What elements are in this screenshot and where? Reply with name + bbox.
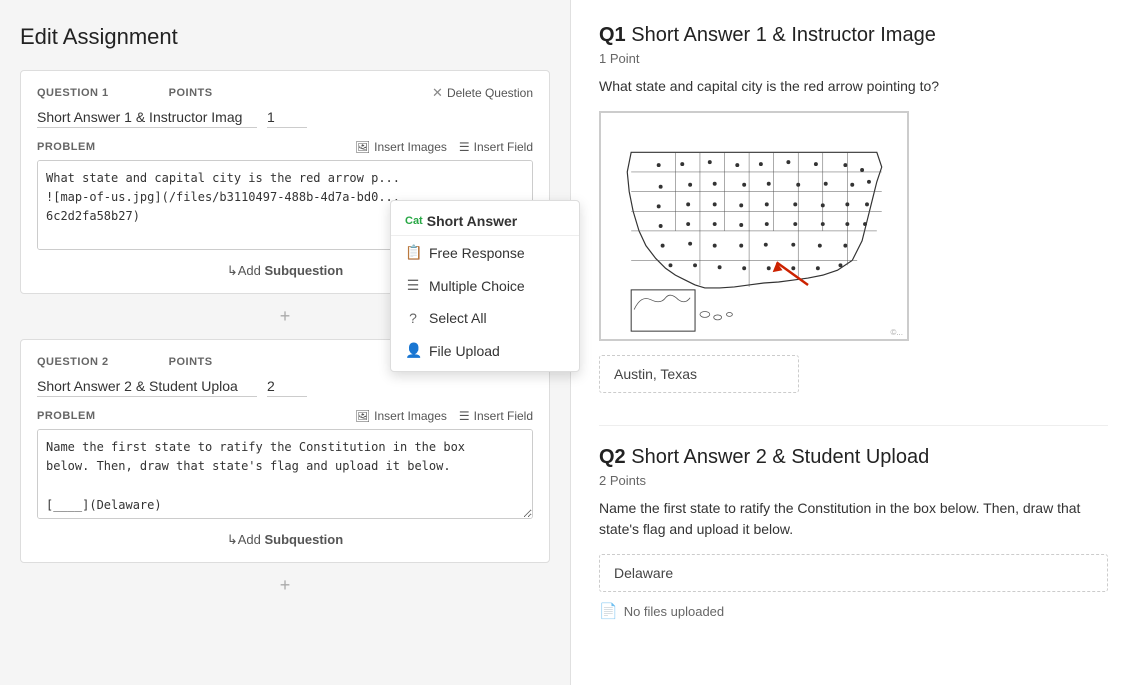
insert-field-label-2: Insert Field (474, 409, 533, 423)
question-2-problem-label: PROBLEM (37, 410, 96, 422)
dropdown-item-select-all[interactable]: ? Select All (391, 302, 570, 334)
preview-q2-no-files-row: 📄 No files uploaded (599, 602, 1108, 620)
dropdown-item-free-response[interactable]: 📋 Free Response (391, 236, 570, 269)
us-map-svg (601, 113, 907, 339)
question-2-add-subquestion-button[interactable]: ↳Add Subquestion (227, 532, 343, 548)
dropdown-cat-label: Cat (405, 215, 423, 227)
question-2-name-input[interactable] (37, 376, 257, 397)
question-2-header-left: QUESTION 2 POINTS (37, 356, 213, 368)
right-panel: Q1 Short Answer 1 & Instructor Image 1 P… (570, 0, 1136, 685)
insert-images-label-2: Insert Images (374, 409, 447, 423)
insert-field-button-2[interactable]: ☰ Insert Field (459, 409, 533, 423)
delete-x-icon: ✕ (432, 85, 443, 101)
question-2-name-row (37, 376, 533, 397)
question-1-points-label: POINTS (169, 87, 213, 99)
question-1-delete-label: Delete Question (447, 86, 533, 100)
insert-images-icon-2: 🖼 (355, 409, 370, 423)
preview-q2-label: Q2 (599, 446, 626, 468)
dropdown-item-multiple-choice[interactable]: ☰ Multiple Choice (391, 269, 570, 302)
page-title: Edit Assignment (20, 24, 550, 50)
map-attribution: ©... (890, 328, 903, 337)
dropdown-item-file-upload[interactable]: 👤 File Upload (391, 334, 570, 367)
select-all-icon: ? (405, 310, 421, 326)
question-1-add-subquestion-button[interactable]: ↳Add Subquestion (227, 263, 343, 279)
dropdown-item-free-response-label: Free Response (429, 245, 525, 261)
insert-images-icon-1: 🖼 (355, 140, 370, 154)
question-2-problem-header: PROBLEM 🖼 Insert Images ☰ Insert Field (37, 409, 533, 423)
dropdown-title: Short Answer (427, 213, 518, 229)
preview-q2-points: 2 Points (599, 473, 1108, 488)
question-1-name-row (37, 107, 533, 128)
add-question-divider-2[interactable]: + (20, 575, 550, 596)
left-panel: Edit Assignment QUESTION 1 POINTS ✕ Dele… (0, 0, 570, 685)
preview-q2-problem: Name the first state to ratify the Const… (599, 498, 1108, 540)
question-2-points-label: POINTS (169, 356, 213, 368)
insert-field-icon-1: ☰ (459, 140, 470, 154)
preview-question-1: Q1 Short Answer 1 & Instructor Image 1 P… (599, 24, 1108, 393)
question-1-problem-label: PROBLEM (37, 141, 96, 153)
insert-images-label-1: Insert Images (374, 140, 447, 154)
file-upload-icon: 👤 (405, 342, 421, 359)
question-2-card: QUESTION 2 POINTS ✕ Delete Question PROB… (20, 339, 550, 563)
preview-q1-points: 1 Point (599, 51, 1108, 66)
insert-field-icon-2: ☰ (459, 409, 470, 423)
preview-q2-answer: Delaware (599, 554, 1108, 592)
multiple-choice-icon: ☰ (405, 277, 421, 294)
preview-question-2: Q2 Short Answer 2 & Student Upload 2 Poi… (599, 446, 1108, 620)
preview-q1-problem: What state and capital city is the red a… (599, 76, 1108, 97)
question-1-points-input[interactable] (267, 107, 307, 128)
preview-q1-answer: Austin, Texas (599, 355, 799, 393)
question-2-points-input[interactable] (267, 376, 307, 397)
insert-field-dropdown: Cat Short Answer 📋 Free Response ☰ Multi… (390, 200, 570, 372)
question-1-header-left: QUESTION 1 POINTS (37, 87, 213, 99)
dropdown-item-select-all-label: Select All (429, 310, 487, 326)
insert-images-button-2[interactable]: 🖼 Insert Images (355, 409, 447, 423)
question-2-problem-textarea[interactable]: Name the first state to ratify the Const… (37, 429, 533, 519)
preview-q2-title-text: Short Answer 2 & Student Upload (631, 446, 929, 468)
dropdown-header: Cat Short Answer (391, 205, 570, 236)
preview-q2-title: Q2 Short Answer 2 & Student Upload (599, 446, 1108, 469)
question-1-problem-header: PROBLEM 🖼 Insert Images ☰ Insert Field (37, 140, 533, 154)
question-1-name-input[interactable] (37, 107, 257, 128)
question-1-label: QUESTION 1 (37, 87, 109, 99)
insert-field-button-1[interactable]: ☰ Insert Field (459, 140, 533, 154)
no-files-icon: 📄 (599, 602, 618, 620)
preview-q1-map: ©... (599, 111, 909, 341)
question-2-add-subquestion-row: ↳Add Subquestion (37, 532, 533, 548)
preview-q1-label: Q1 (599, 24, 626, 46)
preview-divider (599, 425, 1108, 426)
dropdown-item-multiple-choice-label: Multiple Choice (429, 278, 525, 294)
insert-images-button-1[interactable]: 🖼 Insert Images (355, 140, 447, 154)
free-response-icon: 📋 (405, 244, 421, 261)
question-1-toolbar: 🖼 Insert Images ☰ Insert Field (355, 140, 533, 154)
question-1-delete-button[interactable]: ✕ Delete Question (432, 85, 533, 101)
question-1-header: QUESTION 1 POINTS ✕ Delete Question (37, 85, 533, 101)
preview-q2-no-files: No files uploaded (624, 604, 724, 619)
preview-q1-title: Q1 Short Answer 1 & Instructor Image (599, 24, 1108, 47)
insert-field-label-1: Insert Field (474, 140, 533, 154)
question-2-label: QUESTION 2 (37, 356, 109, 368)
question-2-toolbar: 🖼 Insert Images ☰ Insert Field (355, 409, 533, 423)
dropdown-item-file-upload-label: File Upload (429, 343, 500, 359)
preview-q1-title-text: Short Answer 1 & Instructor Image (631, 24, 936, 46)
